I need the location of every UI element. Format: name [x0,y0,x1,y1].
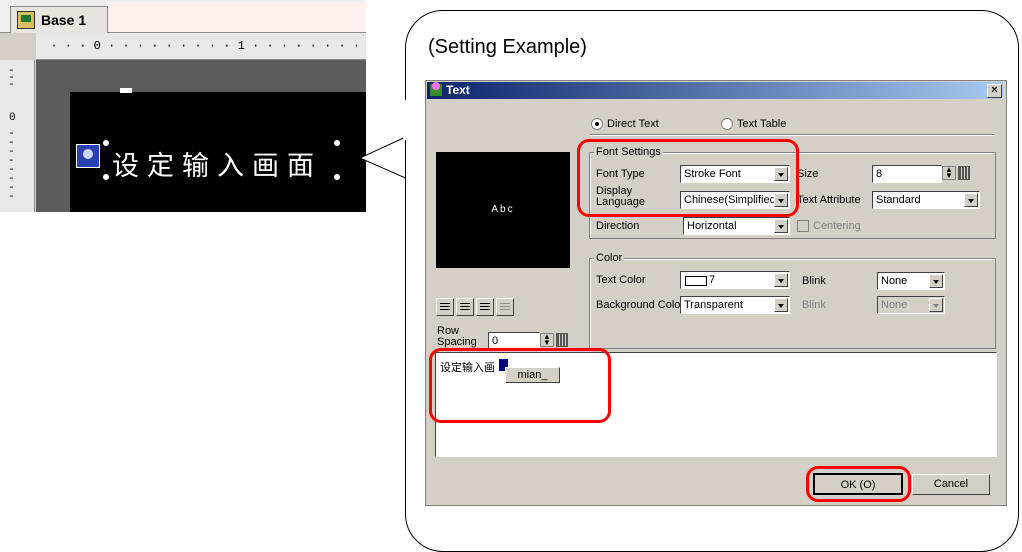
tab-base-1-label: Base 1 [41,12,87,28]
color-swatch [685,276,707,286]
blink-value: None [881,275,908,287]
preview-text: Abc [491,204,515,215]
selection-handle[interactable] [103,140,109,146]
chevron-down-icon[interactable] [774,219,788,233]
callout-title: (Setting Example) [428,36,587,58]
centering-label: Centering [813,220,861,232]
chevron-down-icon[interactable] [774,298,788,312]
text-color-select[interactable]: 7 [680,271,790,289]
size-label: Size [797,168,819,180]
blink-value-disabled: None [881,299,908,311]
row-spacing-spinner[interactable]: ▲ ▼ [540,333,554,347]
highlight-font-settings [577,139,799,217]
radio-text-table-label: Text Table [737,118,787,130]
blink-label: Blink [802,275,826,287]
tab-base-1[interactable]: Base 1 [10,6,108,33]
centering-checkbox[interactable] [797,220,809,232]
align-center-button[interactable] [456,298,474,316]
direction-label: Direction [596,220,640,232]
radio-direct-text-label: Direct Text [607,118,659,130]
tab-bar-background [106,2,366,32]
dialog-titlebar: Text [427,82,1003,99]
text-color-label: Text Color [596,274,646,286]
text-attribute-label: Text Attribute [797,194,861,206]
text-attribute-select[interactable]: Standard [872,191,980,209]
vertical-ruler: --- 0 -------- [0,60,35,212]
blink-label-disabled: Blink [802,299,826,311]
dialog-title: Text [446,83,470,97]
screen-icon [17,11,35,29]
text-object-icon [76,144,100,168]
background-color-select[interactable]: Transparent [680,296,790,314]
cancel-button-label: Cancel [933,478,969,490]
blink-select[interactable]: None [877,272,945,290]
highlight-text-area [429,348,611,423]
screen-editor: Base 1 · · · 0 · · · · · · · · · 1 · · ·… [0,0,366,212]
radio-direct-text[interactable] [591,118,603,130]
align-justify-button[interactable] [496,298,514,316]
vertical-ruler-zero: 0 [9,112,16,124]
text-object[interactable]: 设定输入画面 [76,140,366,186]
chevron-down-icon[interactable] [929,298,943,312]
text-attribute-value: Standard [876,194,921,206]
cancel-button[interactable]: Cancel [912,474,990,495]
text-tool-icon [430,82,442,96]
background-color-label: Background Color [596,299,685,311]
align-left-button[interactable] [436,298,454,316]
size-input[interactable]: 8 [872,165,942,183]
text-object-content: 设定输入画面 [112,151,322,182]
color-group-title: Color [594,252,625,264]
blink-select-disabled[interactable]: None [877,296,945,314]
row-spacing-label: Row Spacing [437,325,477,348]
radio-text-table[interactable] [721,118,733,130]
selection-handle[interactable] [334,174,340,180]
align-right-button[interactable] [476,298,494,316]
chevron-down-icon[interactable] [929,274,943,288]
keypad-icon[interactable] [958,166,970,180]
close-button[interactable]: × [987,84,1002,98]
size-value: 8 [876,168,883,180]
chevron-down-icon[interactable] [964,193,978,207]
background-color-value: Transparent [684,299,743,311]
highlight-ok-button [806,466,911,502]
direction-value: Horizontal [687,220,737,232]
chevron-down-icon[interactable] [774,273,788,287]
text-color-value: 7 [709,274,716,286]
selection-handle[interactable] [103,174,109,180]
canvas-handle[interactable] [120,88,132,93]
preview-box: Abc [436,152,570,268]
selection-handle[interactable] [334,140,340,146]
size-spinner[interactable]: ▲ ▼ [942,166,956,180]
keypad-icon[interactable] [556,333,568,347]
divider [590,134,995,136]
horizontal-ruler: · · · 0 · · · · · · · · · 1 · · · · · · … [36,33,366,60]
row-spacing-value: 0 [492,335,499,347]
direction-select[interactable]: Horizontal [683,217,790,235]
